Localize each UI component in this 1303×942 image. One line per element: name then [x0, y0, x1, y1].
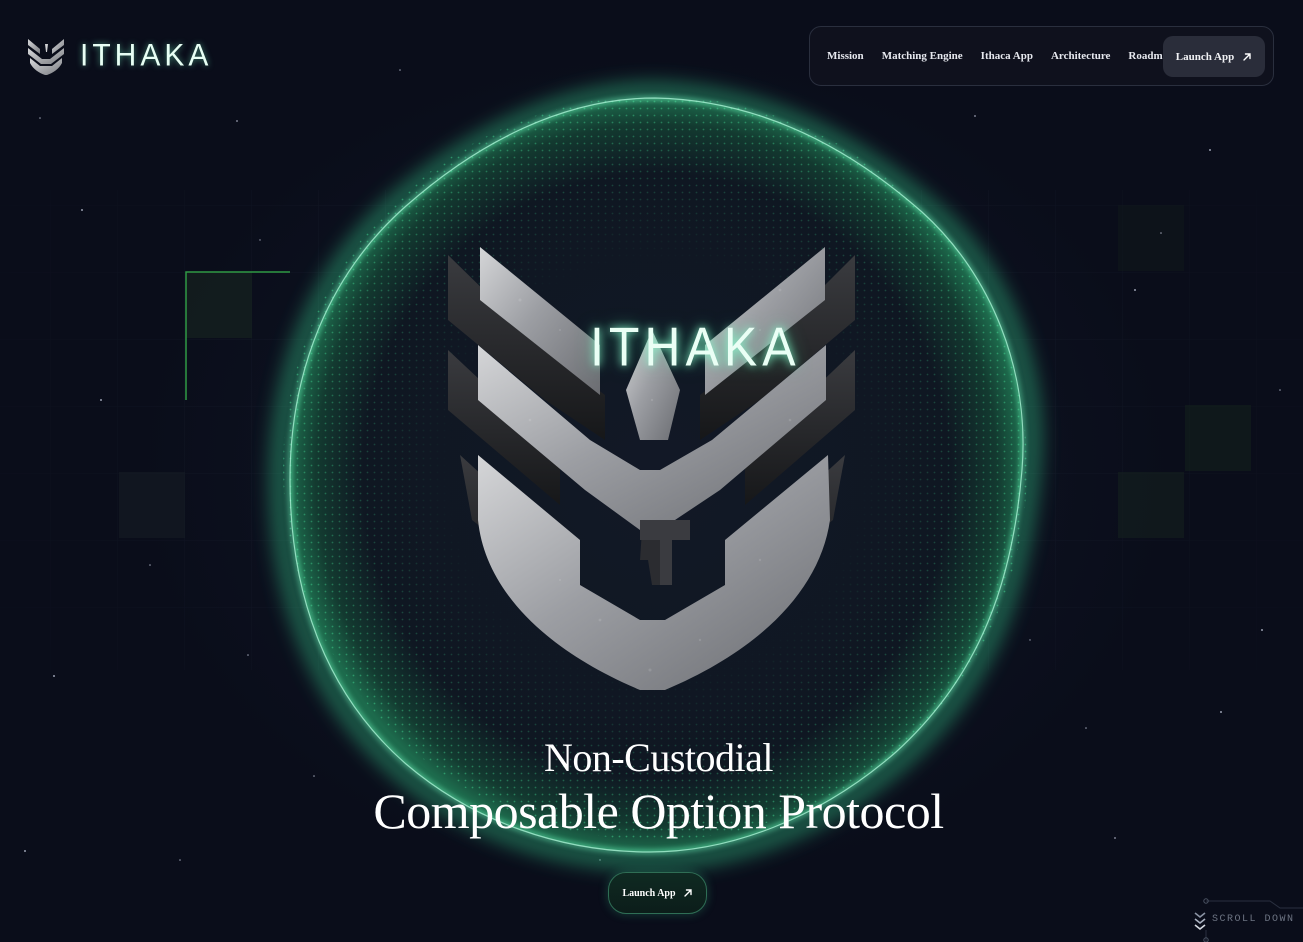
nav-item-architecture[interactable]: Architecture — [1051, 50, 1110, 62]
site-logo[interactable]: ITHAKA — [26, 36, 212, 76]
nav-item-matching-engine[interactable]: Matching Engine — [882, 50, 963, 62]
arrow-up-right-icon — [1243, 52, 1251, 61]
hero-headline: Non-Custodial Composable Option Protocol — [0, 735, 1303, 839]
brand-wordmark: ITHAKA — [80, 38, 213, 73]
nav-launch-app-button[interactable]: Launch App — [1163, 36, 1265, 77]
arrow-up-right-icon — [683, 889, 692, 897]
ithaca-emblem-icon — [28, 39, 64, 75]
chevrons-down-icon — [1194, 912, 1206, 931]
hero-launch-app-label: Launch App — [622, 887, 676, 899]
emblem-wordmark: ITHAKA — [590, 316, 801, 378]
scroll-down-label: SCROLL DOWN — [1212, 914, 1295, 925]
hero-launch-app-button[interactable]: Launch App — [608, 872, 707, 914]
headline-line-2: Composable Option Protocol — [373, 783, 944, 839]
nav-item-mission[interactable]: Mission — [827, 50, 864, 62]
hero-stage: ITHAKA ITHAKA Mission Matching Engine It… — [0, 0, 1303, 942]
nav-item-ithaca-app[interactable]: Ithaca App — [981, 50, 1033, 62]
headline-line-1: Non-Custodial — [543, 735, 774, 780]
main-nav: Mission Matching Engine Ithaca App Archi… — [809, 26, 1274, 86]
scroll-down-hint[interactable]: SCROLL DOWN — [1190, 896, 1303, 942]
nav-launch-app-label: Launch App — [1175, 50, 1235, 63]
